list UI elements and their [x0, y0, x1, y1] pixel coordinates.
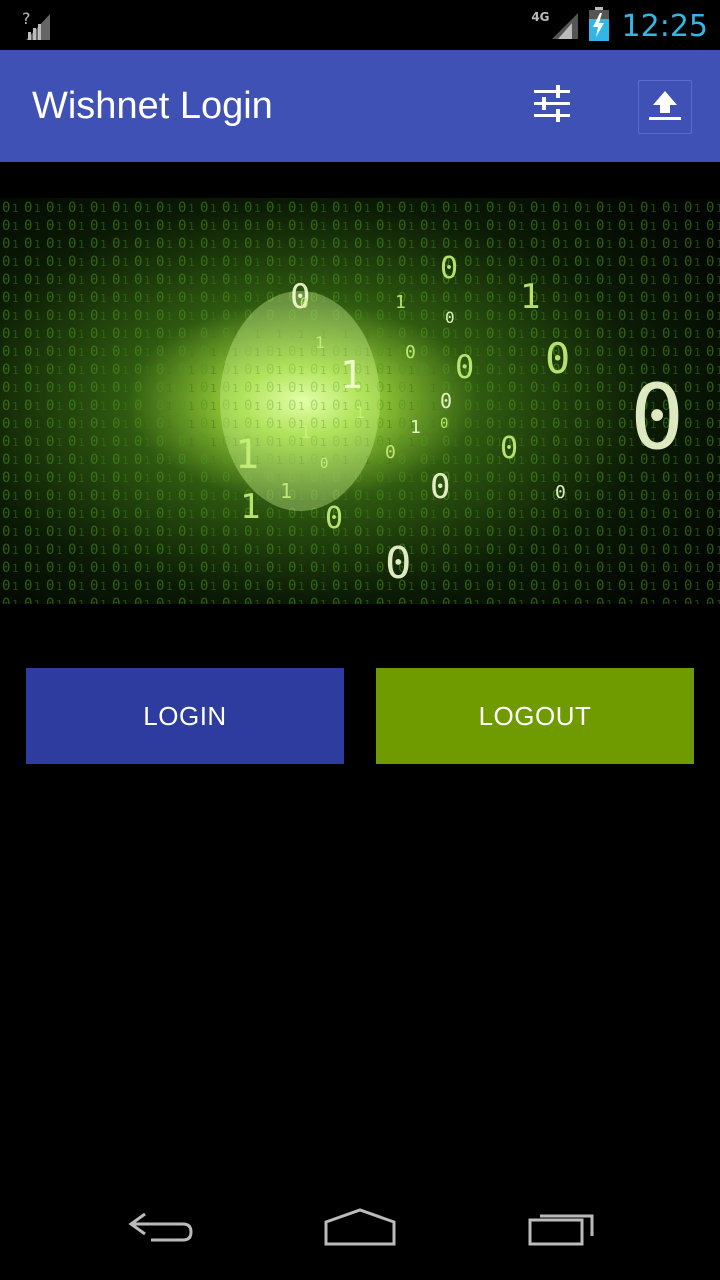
recent-apps-button[interactable] — [512, 1198, 612, 1258]
network-type-label: 4G — [531, 10, 550, 24]
settings-button[interactable] — [526, 80, 578, 132]
recent-apps-icon — [526, 1204, 598, 1252]
binary-digit: 1 — [235, 432, 259, 478]
binary-digit: 0 — [440, 251, 458, 286]
binary-digit: 1 — [395, 292, 406, 313]
binary-digit: 0 — [555, 482, 566, 503]
binary-digit: 0 — [430, 467, 450, 507]
clock: 12:25 — [621, 8, 708, 44]
binary-digit: 0 — [385, 442, 396, 463]
status-bar: ? 4G 12:25 — [0, 0, 720, 50]
binary-digit: 0 — [445, 308, 455, 327]
binary-digit: 1 — [520, 277, 540, 317]
svg-text:?: ? — [22, 10, 31, 28]
binary-digit: 0 — [545, 334, 570, 383]
battery-charging-icon — [588, 7, 610, 45]
binary-digit: 1 — [340, 353, 363, 397]
tune-sliders-icon — [530, 82, 574, 130]
binary-digit: 1 — [355, 403, 365, 422]
login-button[interactable]: LOGIN — [26, 668, 344, 764]
logout-button[interactable]: LOGOUT — [376, 668, 694, 764]
cell-signal-icon — [551, 9, 578, 43]
binary-digit: 1 — [410, 417, 421, 438]
status-icons: 4G 12:25 — [531, 6, 708, 46]
back-button[interactable] — [110, 1198, 210, 1258]
binary-digit: 0 — [500, 431, 518, 466]
binary-digit: 0 — [325, 501, 343, 536]
binary-digit: 0 — [385, 538, 412, 589]
binary-digit: 0 — [455, 348, 474, 386]
app-bar: Wishnet Login — [0, 50, 720, 162]
binary-digit: 1 — [300, 422, 311, 443]
binary-digit: 0 — [630, 365, 684, 470]
binary-digit: 0 — [320, 456, 328, 472]
upload-icon — [645, 85, 685, 129]
back-icon — [125, 1206, 195, 1250]
binary-digit: 1 — [240, 487, 260, 527]
signal-unknown-icon: ? — [22, 9, 52, 44]
navigation-bar — [0, 1184, 720, 1280]
binary-digit: 0 — [440, 416, 448, 432]
binary-tunnel-image: 0 1 001100010010010010101010001 — [0, 198, 720, 604]
upload-button[interactable] — [638, 80, 692, 134]
binary-digit: 1 — [315, 333, 325, 352]
app-title: Wishnet Login — [32, 85, 273, 127]
binary-digit: 1 — [280, 479, 292, 503]
binary-digit: 0 — [440, 389, 452, 413]
binary-digit: 0 — [300, 296, 308, 312]
home-button[interactable] — [310, 1198, 410, 1258]
home-icon — [322, 1204, 398, 1252]
binary-digit: 0 — [405, 342, 416, 363]
